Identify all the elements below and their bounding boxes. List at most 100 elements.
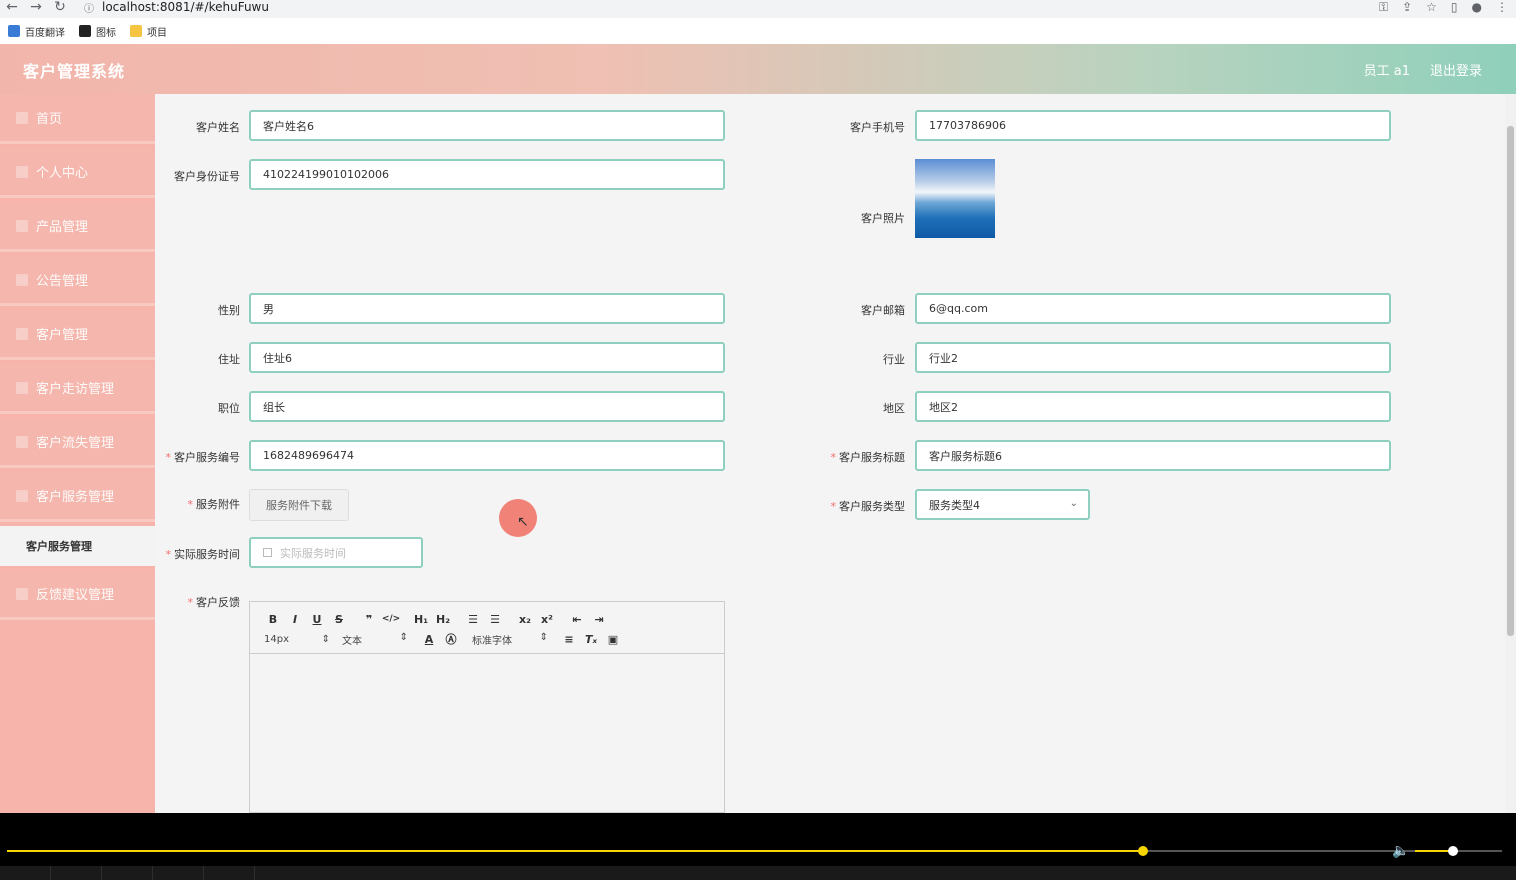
control-slot[interactable]: [0, 866, 51, 880]
industry-field[interactable]: 行业2: [915, 342, 1391, 373]
region-field[interactable]: 地区2: [915, 391, 1391, 422]
translate-icon: [8, 25, 20, 37]
bold-icon[interactable]: B: [262, 613, 284, 626]
star-icon[interactable]: ☆: [1426, 0, 1437, 14]
strike-icon[interactable]: S: [328, 613, 350, 626]
h2-icon[interactable]: H₂: [432, 613, 454, 626]
customer-photo[interactable]: [915, 159, 995, 238]
menu-icon[interactable]: ⋮: [1496, 0, 1508, 14]
phone-label: 客户手机号: [850, 121, 905, 134]
gender-field[interactable]: 男: [249, 293, 725, 324]
volume-icon[interactable]: 🔈: [1392, 843, 1409, 859]
browser-actions: ⚿ ⇪ ☆ ▯ ● ⋮: [1379, 0, 1508, 14]
url-text: localhost:8081/#/kehuFuwu: [102, 0, 269, 14]
sidebar-item-profile[interactable]: 个人中心: [0, 148, 155, 198]
bookmark-projects[interactable]: 项目: [130, 24, 167, 39]
bullet-list-icon[interactable]: ☰: [484, 613, 506, 626]
control-slot[interactable]: [204, 866, 255, 880]
sidepanel-icon[interactable]: ▯: [1451, 0, 1458, 14]
sidebar-item-churn[interactable]: 客户流失管理: [0, 418, 155, 468]
phone-field[interactable]: 17703786906: [915, 110, 1391, 141]
service-title-field[interactable]: 客户服务标题6: [915, 440, 1391, 471]
email-field[interactable]: 6@qq.com: [915, 293, 1391, 324]
sidebar-item-feedback[interactable]: 反馈建议管理: [0, 570, 155, 620]
bookmarks-bar: 百度翻译 图标 项目: [0, 18, 1516, 44]
clear-format-icon[interactable]: Tₓ: [580, 633, 602, 646]
italic-icon[interactable]: I: [284, 613, 306, 626]
profile-icon[interactable]: ●: [1472, 0, 1482, 14]
app-header: 客户管理系统 员工 a1 退出登录: [0, 44, 1516, 94]
sidebar-item-service[interactable]: 客户服务管理: [0, 472, 155, 522]
control-slot[interactable]: [153, 866, 204, 880]
font-size-select[interactable]: 14px ⇕: [262, 634, 332, 645]
key-icon[interactable]: ⚿: [1379, 0, 1388, 15]
superscript-icon[interactable]: x²: [536, 613, 558, 626]
service-title-label: * 客户服务标题: [830, 451, 906, 464]
reload-icon[interactable]: ↻: [48, 0, 72, 18]
sidebar-item-notices[interactable]: 公告管理: [0, 256, 155, 306]
required-mark: *: [830, 500, 837, 513]
folder-icon: [130, 25, 142, 37]
feedback-editor[interactable]: B I U S ❞ </> H₁ H₂ ☰ ☰ x₂ x² ⇤ ⇥ 14px ⇕…: [249, 601, 725, 813]
required-mark: *: [187, 596, 194, 609]
control-slot[interactable]: [102, 866, 153, 880]
feedback-label: * 客户反馈: [187, 596, 241, 609]
service-no-field[interactable]: 1682489696474: [249, 440, 725, 471]
sidebar-item-customers[interactable]: 客户管理: [0, 310, 155, 360]
sidebar-item-products[interactable]: 产品管理: [0, 202, 155, 252]
progress-knob[interactable]: [1138, 846, 1148, 856]
notice-icon: [16, 273, 28, 286]
sidebar-item-visits[interactable]: 客户走访管理: [0, 364, 155, 414]
url-field[interactable]: ⓘ localhost:8081/#/kehuFuwu: [84, 0, 1354, 15]
background-color-icon[interactable]: Ⓐ: [440, 631, 462, 647]
service-time-placeholder: 实际服务时间: [280, 546, 346, 560]
service-form: 客户姓名 客户姓名6 客户手机号 17703786906 客户身份证号 4102…: [155, 94, 1505, 813]
updown-icon: ⇕: [321, 633, 330, 645]
updown-icon: ⇕: [539, 631, 548, 643]
gender-label: 性别: [218, 304, 240, 317]
industry-label: 行业: [883, 353, 905, 366]
ordered-list-icon[interactable]: ☰: [462, 613, 484, 626]
service-type-select[interactable]: 服务类型4 ⌄: [915, 489, 1090, 520]
code-icon[interactable]: </>: [380, 614, 402, 624]
name-field[interactable]: 客户姓名6: [249, 110, 725, 141]
service-time-picker[interactable]: 实际服务时间: [249, 537, 423, 568]
address-field[interactable]: 住址6: [249, 342, 725, 373]
page-scrollbar[interactable]: [1505, 94, 1516, 813]
subscript-icon[interactable]: x₂: [514, 613, 536, 626]
header-actions: 员工 a1 退出登录: [1364, 60, 1482, 79]
align-icon[interactable]: ≡: [558, 633, 580, 646]
position-field[interactable]: 组长: [249, 391, 725, 422]
visit-icon: [16, 381, 28, 394]
logout-link[interactable]: 退出登录: [1430, 60, 1482, 79]
info-icon[interactable]: ⓘ: [84, 0, 94, 15]
video-player: 🔈: [0, 813, 1516, 880]
scrollbar-thumb[interactable]: [1507, 126, 1514, 636]
bookmark-icons[interactable]: 图标: [79, 24, 116, 39]
share-icon[interactable]: ⇪: [1402, 0, 1412, 14]
font-family-select[interactable]: 标准字体 ⇕: [470, 632, 550, 647]
h1-icon[interactable]: H₁: [410, 613, 432, 626]
email-label: 客户邮箱: [861, 304, 905, 317]
attachment-download-button[interactable]: 服务附件下载: [249, 489, 349, 521]
control-slot[interactable]: [51, 866, 102, 880]
underline-icon[interactable]: U: [306, 613, 328, 626]
forward-icon[interactable]: →: [24, 0, 48, 18]
back-icon[interactable]: ←: [0, 0, 24, 18]
bookmark-baidu-translate[interactable]: 百度翻译: [8, 24, 65, 39]
quote-icon[interactable]: ❞: [358, 613, 380, 626]
chevron-down-icon: ⌄: [1069, 498, 1078, 509]
volume-knob[interactable]: [1448, 846, 1458, 856]
indent-icon[interactable]: ⇥: [588, 613, 610, 626]
image-icon[interactable]: ▣: [602, 633, 624, 646]
sidebar-subitem-service[interactable]: 客户服务管理: [0, 526, 155, 566]
sidebar: 首页 个人中心 产品管理 公告管理 客户管理 客户走访管理 客户流失管理 客户服…: [0, 94, 155, 813]
image-icon: [79, 25, 91, 37]
text-type-select[interactable]: 文本 ⇕: [340, 632, 410, 647]
id-field[interactable]: 410224199010102006: [249, 159, 725, 190]
font-color-icon[interactable]: A: [418, 633, 440, 646]
id-label: 客户身份证号: [174, 170, 240, 183]
sidebar-item-home[interactable]: 首页: [0, 94, 155, 144]
outdent-icon[interactable]: ⇤: [566, 613, 588, 626]
current-user: 员工 a1: [1363, 64, 1410, 79]
